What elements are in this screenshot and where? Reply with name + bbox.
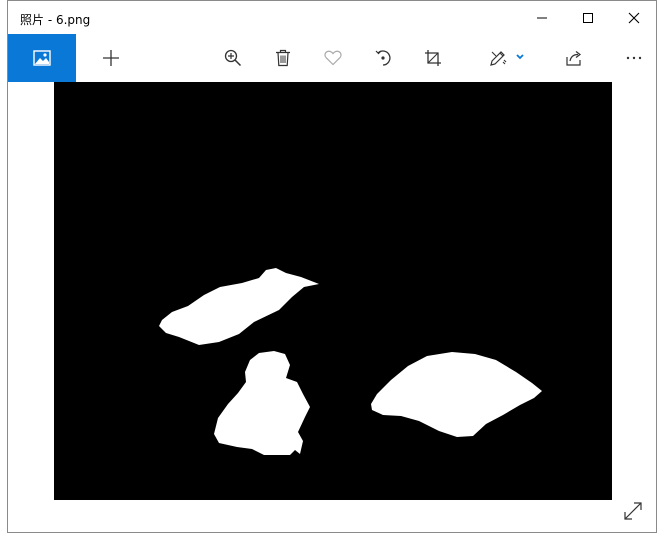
minimize-button[interactable] — [519, 1, 565, 34]
collection-button[interactable] — [8, 34, 76, 82]
close-button[interactable] — [611, 1, 657, 34]
favorite-heart-icon — [324, 50, 342, 66]
share-button[interactable] — [554, 34, 594, 82]
toolbar — [8, 34, 656, 82]
edit-draw-button[interactable] — [480, 34, 538, 82]
image-icon — [33, 50, 51, 66]
white-blob-right — [371, 352, 542, 437]
expand-icon — [624, 502, 642, 520]
minimize-icon — [537, 17, 547, 18]
add-icon — [103, 50, 119, 66]
delete-button[interactable] — [263, 34, 303, 82]
segmentation-mask-image — [159, 268, 542, 455]
title-bar: 照片 - 6.png — [8, 1, 656, 34]
maximize-button[interactable] — [565, 1, 611, 34]
more-button[interactable] — [614, 34, 654, 82]
close-icon — [628, 12, 640, 23]
favorite-button[interactable] — [313, 34, 353, 82]
white-blob-middle — [214, 351, 310, 455]
more-icon — [626, 56, 642, 60]
window-title: 照片 - 6.png — [20, 13, 91, 27]
zoom-button[interactable] — [213, 34, 253, 82]
edit-draw-icon — [490, 51, 524, 66]
crop-icon — [425, 50, 441, 66]
delete-icon — [276, 49, 290, 67]
maximize-icon — [583, 12, 593, 23]
crop-button[interactable] — [413, 34, 453, 82]
share-icon — [566, 51, 581, 66]
photos-window: 照片 - 6.png — [7, 0, 657, 533]
rotate-button[interactable] — [363, 34, 403, 82]
white-blob-left — [159, 268, 319, 345]
rotate-icon — [375, 50, 391, 66]
zoom-in-icon — [224, 49, 242, 67]
add-button[interactable] — [91, 34, 131, 82]
image-canvas[interactable] — [54, 82, 612, 500]
fullscreen-button[interactable] — [620, 498, 646, 524]
